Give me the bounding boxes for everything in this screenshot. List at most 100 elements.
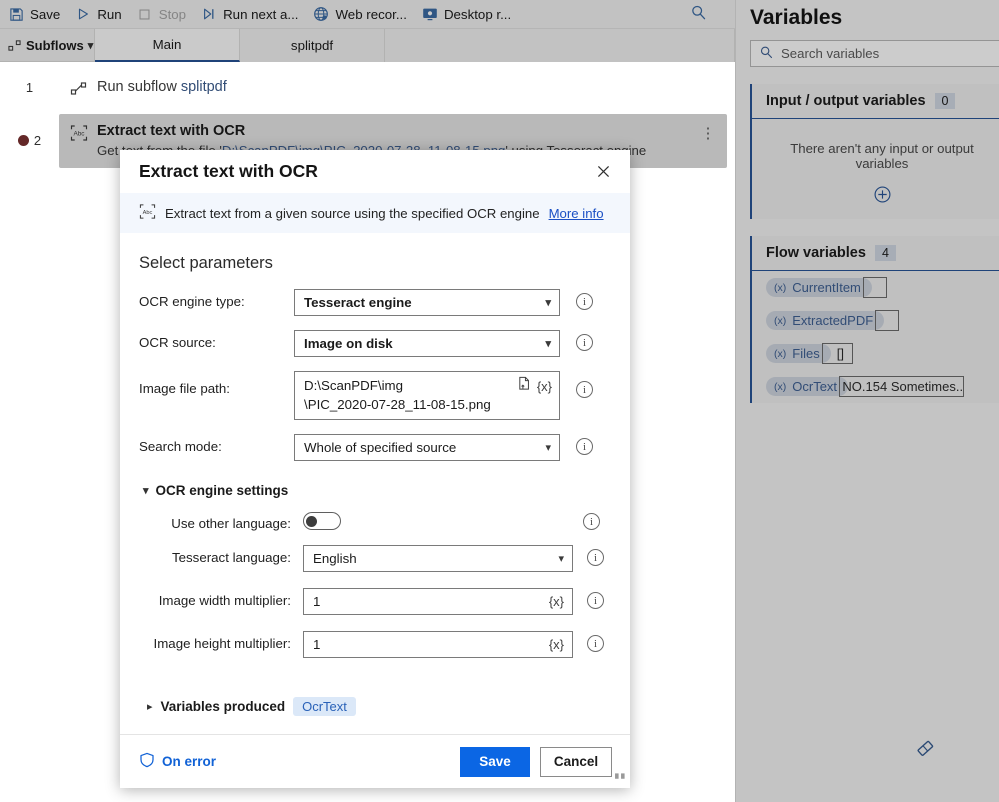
variable-pill[interactable]: (x) OcrText	[766, 377, 849, 396]
field-image-height-multiplier: Image height multiplier: 1 {x} i	[139, 631, 612, 658]
image-height-multiplier-input[interactable]: 1 {x}	[303, 631, 573, 658]
variable-group-header[interactable]: Flow variables 4	[752, 236, 999, 271]
dialog-header: Extract text with OCR	[120, 150, 630, 193]
search-variables-input[interactable]: Search variables	[750, 40, 999, 67]
field-label: Image file path:	[139, 381, 230, 396]
variable-picker-icon[interactable]: {x}	[537, 379, 552, 394]
dialog-description-bar: Abc Extract text from a given source usi…	[120, 193, 630, 233]
field-image-file-path: Image file path: D:\ScanPDF\img \PIC_202…	[139, 371, 612, 420]
chevron-right-icon: ▸	[147, 701, 153, 713]
variables-produced-pill[interactable]: OcrText	[293, 697, 356, 716]
variable-value: []	[821, 343, 853, 364]
variable-picker-icon[interactable]: {x}	[549, 637, 564, 652]
variable-row[interactable]: (x) OcrText NO.154 Sometimes...	[752, 370, 999, 403]
resize-grip[interactable]: ▘▘	[615, 774, 628, 785]
step-title: Run subflow	[97, 79, 177, 95]
step-title: Extract text with OCR	[97, 123, 246, 139]
toolbar-button-web-recorder[interactable]: Web recor...	[307, 1, 415, 28]
use-other-language-toggle[interactable]	[303, 512, 341, 530]
field-label: Search mode:	[139, 439, 222, 454]
save-button[interactable]: Save	[460, 746, 530, 777]
info-icon[interactable]: i	[576, 381, 593, 398]
variable-group-count: 0	[934, 93, 956, 109]
ocr-engine-type-select[interactable]: Tesseract engine ▾	[294, 289, 560, 316]
variable-value	[862, 277, 887, 298]
variable-pill[interactable]: (x) ExtractedPDF	[766, 311, 885, 330]
field-ocr-engine-type: OCR engine type: Tesseract engine ▾ i	[139, 289, 612, 316]
ocr-source-select[interactable]: Image on disk ▾	[294, 330, 560, 357]
step-over-icon	[201, 6, 217, 22]
variable-type-icon: (x)	[774, 347, 787, 360]
chevron-down-icon: ▾	[143, 485, 149, 497]
tesseract-language-select[interactable]: English ▾	[303, 545, 573, 572]
variable-row[interactable]: (x) CurrentItem	[752, 271, 999, 304]
close-icon[interactable]	[590, 159, 616, 185]
info-icon[interactable]: i	[587, 592, 604, 609]
info-icon[interactable]: i	[576, 438, 593, 455]
cancel-button[interactable]: Cancel	[540, 746, 612, 777]
dialog-title: Extract text with OCR	[139, 161, 318, 181]
image-width-multiplier-input[interactable]: 1 {x}	[303, 588, 573, 615]
info-icon[interactable]: i	[576, 293, 593, 310]
chevron-down-icon: ▾	[545, 338, 551, 350]
globe-icon	[313, 6, 329, 22]
variable-picker-icon[interactable]: {x}	[549, 594, 564, 609]
info-icon[interactable]: i	[576, 334, 593, 351]
search-mode-select[interactable]: Whole of specified source ▾	[294, 434, 560, 461]
toolbar-label: Desktop r...	[443, 6, 512, 22]
variable-name: Files	[792, 346, 820, 361]
eraser-icon[interactable]	[914, 737, 936, 764]
file-browse-icon[interactable]	[517, 376, 532, 396]
toolbar-button-run[interactable]: Run	[69, 1, 130, 28]
subflows-dropdown[interactable]: Subflows ▾	[0, 29, 95, 62]
toolbar-search-button[interactable]	[683, 0, 713, 29]
variable-row[interactable]: (x) ExtractedPDF	[752, 304, 999, 337]
row-number-label: 2	[33, 132, 42, 148]
toolbar-button-save[interactable]: Save	[2, 1, 69, 28]
svg-text:Abc: Abc	[73, 131, 85, 138]
step-card-run-subflow[interactable]: Run subflow splitpdf	[59, 70, 727, 106]
step-subflow-link[interactable]: splitpdf	[181, 79, 227, 95]
toolbar-label: Web recor...	[335, 6, 407, 22]
chevron-down-icon: ▾	[545, 297, 551, 309]
info-icon[interactable]: i	[583, 513, 600, 530]
toolbar-label: Save	[30, 6, 61, 22]
variable-name: OcrText	[792, 379, 838, 394]
toolbar-button-run-next-action[interactable]: Run next a...	[195, 1, 307, 28]
info-icon[interactable]: i	[587, 549, 604, 566]
variables-produced-section[interactable]: ▸ Variables produced OcrText	[143, 697, 356, 716]
flow-row-1[interactable]: Run subflow splitpdf	[59, 70, 727, 106]
select-parameters-heading: Select parameters	[139, 254, 273, 272]
more-info-link[interactable]: More info	[549, 206, 604, 221]
search-variables-placeholder: Search variables	[781, 46, 880, 61]
plus-circle-icon[interactable]	[766, 185, 998, 209]
on-error-button[interactable]: On error	[139, 752, 216, 771]
subflow-small-icon	[6, 38, 22, 54]
breakpoint-dot[interactable]	[17, 134, 29, 146]
variable-row[interactable]: (x) Files []	[752, 337, 999, 370]
chevron-down-icon: ▾	[545, 442, 551, 454]
variable-pill[interactable]: (x) CurrentItem	[766, 278, 872, 297]
info-icon[interactable]: i	[587, 635, 604, 652]
dialog-description: Extract text from a given source using t…	[165, 205, 540, 221]
variable-name: CurrentItem	[792, 280, 861, 295]
play-icon	[75, 6, 91, 22]
tab-main[interactable]: Main	[95, 29, 240, 62]
dialog-footer: On error Save Cancel	[120, 734, 630, 788]
ocr-engine-settings-toggle[interactable]: ▾ OCR engine settings	[143, 483, 612, 498]
field-tesseract-language: Tesseract language: English ▾ i	[139, 545, 612, 572]
variable-group-empty-state: There aren't any input or output variabl…	[752, 119, 999, 219]
extract-text-with-ocr-dialog: Extract text with OCR Abc Extract text f…	[120, 150, 630, 788]
tab-splitpdf[interactable]: splitpdf	[240, 29, 385, 62]
toolbar-button-desktop-recorder[interactable]: Desktop r...	[416, 1, 520, 28]
toolbar-button-stop[interactable]: Stop	[131, 1, 195, 28]
variables-produced-label: Variables produced	[160, 699, 286, 714]
variable-group-header[interactable]: Input / output variables 0	[752, 84, 999, 119]
variable-type-icon: (x)	[774, 380, 787, 393]
ocr-icon: Abc	[139, 203, 156, 223]
chevron-down-icon: ▾	[558, 553, 564, 565]
main-toolbar: Save Run Stop Run next a... Web recor...…	[0, 0, 735, 29]
variable-group-name: Input / output variables	[766, 93, 926, 109]
image-file-path-input[interactable]: D:\ScanPDF\img \PIC_2020-07-28_11-08-15.…	[294, 371, 560, 420]
step-more-options-icon[interactable]: ⋮	[699, 121, 717, 141]
